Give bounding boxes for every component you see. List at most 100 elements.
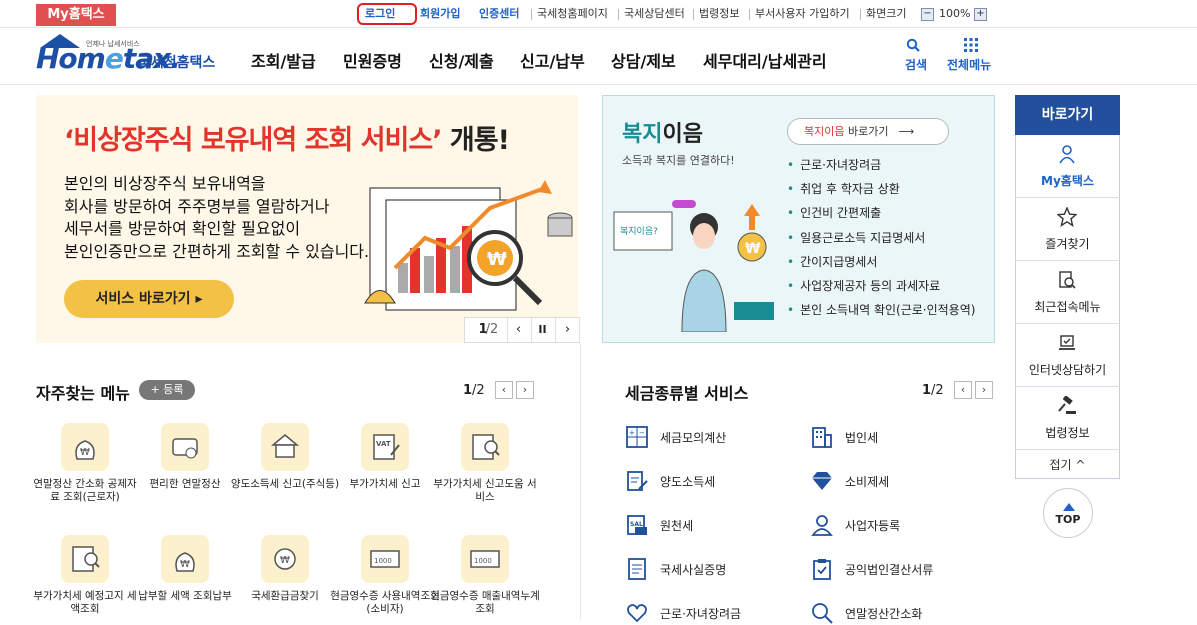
frequent-page-current: 1 <box>463 383 473 398</box>
frequent-next-button[interactable]: › <box>516 381 534 399</box>
house-icon[interactable] <box>261 423 309 471</box>
tax-service-item[interactable]: 국세사실증명 <box>660 561 726 578</box>
frequent-menu-item[interactable]: 양도소득세 신고(주식등) <box>229 478 341 491</box>
frequent-menu-item[interactable]: 부가가치세 신고도움 서비스 <box>429 478 541 503</box>
building-icon[interactable] <box>810 425 834 449</box>
nav-item[interactable]: 신고/납부 <box>520 48 585 72</box>
welfare-item[interactable]: 인건비 간편제출 <box>787 205 975 229</box>
nav-item[interactable]: 세무대리/납세관리 <box>703 48 827 72</box>
frequent-menu-item[interactable]: 편리한 연말정산 <box>129 478 241 491</box>
welfare-link-button[interactable]: 복지이음 바로가기 ⟶ <box>787 118 949 145</box>
tax-service-item[interactable]: 사업자등록 <box>845 517 900 534</box>
myhometax-tab[interactable]: My홈택스 <box>36 4 116 26</box>
person-icon <box>1059 145 1075 164</box>
calculator-icon[interactable]: + − <box>625 425 649 449</box>
welfare-item[interactable]: 근로·자녀장려금 <box>787 157 975 181</box>
tax-service-item[interactable]: 세금모의계산 <box>660 429 726 446</box>
auth-center-link[interactable]: 인증센터 <box>479 5 519 23</box>
welfare-item[interactable]: 본인 소득내역 확인(근로·인적용역) <box>787 302 975 326</box>
sidebar-item-favorites[interactable]: 즐겨찾기 <box>1015 199 1120 261</box>
logo-subtitle: 국세청홈택스 <box>138 55 216 71</box>
clipboard-icon[interactable] <box>810 557 834 581</box>
tax-service-item[interactable]: 소비제세 <box>845 473 889 490</box>
tax-page-current: 1 <box>922 383 932 398</box>
sidebar-item-myhometax[interactable]: My홈택스 <box>1015 136 1120 198</box>
search-person-icon[interactable] <box>810 601 834 625</box>
sidebar-item-label: 즐겨찾기 <box>1045 237 1090 251</box>
nav-item[interactable]: 조회/발급 <box>251 48 316 72</box>
gavel-icon <box>1058 396 1076 414</box>
banner-line: 세무서를 방문하여 확인할 필요없이 <box>64 219 301 238</box>
banner-pause-button[interactable]: II <box>531 318 553 342</box>
dept-user-join-link[interactable]: 부서사용자 가입하기 <box>755 5 850 23</box>
person-icon[interactable] <box>810 513 834 537</box>
frequent-menu-item[interactable]: 현금영수증 사용내역조회(소비자) <box>329 590 441 615</box>
heart-hand-icon[interactable] <box>625 601 649 625</box>
sidebar-item-recent-menu[interactable]: 최근접속메뉴 <box>1015 262 1120 324</box>
sidebar-fold-button[interactable]: 접기 ^ <box>1015 452 1120 478</box>
document-icon[interactable] <box>625 557 649 581</box>
welfare-link-rest: 바로가기 <box>844 125 889 138</box>
sidebar-item-law-info[interactable]: 법령정보 <box>1015 388 1120 450</box>
vat-icon[interactable]: VAT <box>361 423 409 471</box>
triangle-up-icon <box>1063 503 1075 511</box>
frequent-menu-item[interactable]: 납부할 세액 조회납부 <box>129 590 241 603</box>
bag-icon[interactable]: ₩ <box>61 423 109 471</box>
refund-icon[interactable]: ₩ <box>261 535 309 583</box>
nav-item[interactable]: 상담/제보 <box>611 48 676 72</box>
document-pen-icon[interactable] <box>625 469 649 493</box>
frequent-menu-item[interactable]: 연말정산 간소화 공제자료 조회(근로자) <box>29 478 141 503</box>
frequent-menu-item[interactable]: 부가가치세 신고 <box>329 478 441 491</box>
tax-prev-button[interactable]: ‹ <box>954 381 972 399</box>
card-icon[interactable] <box>161 423 209 471</box>
search-icon[interactable] <box>906 38 920 52</box>
welfare-item[interactable]: 일용근로소득 지급명세서 <box>787 230 975 254</box>
banner-next-button[interactable]: › <box>555 318 579 342</box>
nav-item[interactable]: 신청/제출 <box>429 48 494 72</box>
top-label: TOP <box>1055 513 1081 526</box>
receipt-icon[interactable]: 1000 <box>461 535 509 583</box>
law-info-link[interactable]: 법령정보 <box>699 5 739 23</box>
diamond-icon[interactable] <box>810 469 834 493</box>
tax-service-item[interactable]: 연말정산간소화 <box>845 605 922 622</box>
tax-next-button[interactable]: › <box>975 381 993 399</box>
welfare-item[interactable]: 취업 후 학자금 상환 <box>787 181 975 205</box>
service-go-button[interactable]: 서비스 바로가기 ▸ <box>64 280 234 318</box>
register-menu-button[interactable]: + 등록 <box>139 380 195 400</box>
zoom-out-button[interactable]: − <box>921 8 934 21</box>
bag-icon[interactable]: ₩ <box>161 535 209 583</box>
search-label[interactable]: 검색 <box>905 56 927 73</box>
svg-text:SAL: SAL <box>630 521 643 528</box>
svg-text:₩: ₩ <box>80 447 90 458</box>
banner-title-highlight: ‘비상장주식 보유내역 조회 서비스’ <box>64 125 442 156</box>
counsel-center-link[interactable]: 국세상담센터 <box>624 5 685 23</box>
frequent-menu-item[interactable]: 현금영수증 매출내역누계 조회 <box>429 590 541 615</box>
signup-link[interactable]: 회원가입 <box>420 5 460 23</box>
laptop-icon <box>1059 335 1075 350</box>
search-doc-icon[interactable] <box>61 535 109 583</box>
receipt-icon[interactable]: 1000 <box>361 535 409 583</box>
zoom-in-button[interactable]: + <box>974 8 987 21</box>
login-link[interactable]: 로그인 <box>365 5 395 23</box>
welfare-item[interactable]: 사업장제공자 등의 과세자료 <box>787 278 975 302</box>
tax-service-item[interactable]: 양도소득세 <box>660 473 715 490</box>
frequent-menu-item[interactable]: 국세환급금찾기 <box>229 590 341 603</box>
nav-item[interactable]: 민원증명 <box>343 48 402 72</box>
tax-service-item[interactable]: 근로·자녀장려금 <box>660 605 741 622</box>
nts-page-link[interactable]: 국세청홈페이지 <box>537 5 608 23</box>
tax-service-item[interactable]: 법인세 <box>845 429 878 446</box>
search-doc-icon[interactable] <box>461 423 509 471</box>
tax-service-item[interactable]: 공익법인결산서류 <box>845 561 933 578</box>
welfare-item[interactable]: 간이지급명세서 <box>787 254 975 278</box>
banner-prev-button[interactable]: ‹ <box>507 318 529 342</box>
sidebar-item-online-counsel[interactable]: 인터넷상담하기 <box>1015 325 1120 387</box>
scroll-top-button[interactable]: TOP <box>1043 488 1093 538</box>
sidebar-item-label: 법령정보 <box>1045 426 1090 440</box>
salary-icon[interactable]: SAL <box>625 513 649 537</box>
grid-menu-icon[interactable] <box>964 38 978 52</box>
svg-text:₩: ₩ <box>745 241 761 257</box>
tax-service-item[interactable]: 원천세 <box>660 517 693 534</box>
all-menu-label[interactable]: 전체메뉴 <box>947 56 991 73</box>
frequent-prev-button[interactable]: ‹ <box>495 381 513 399</box>
frequent-menu-item[interactable]: 부가가치세 예정고지 세액조회 <box>29 590 141 615</box>
